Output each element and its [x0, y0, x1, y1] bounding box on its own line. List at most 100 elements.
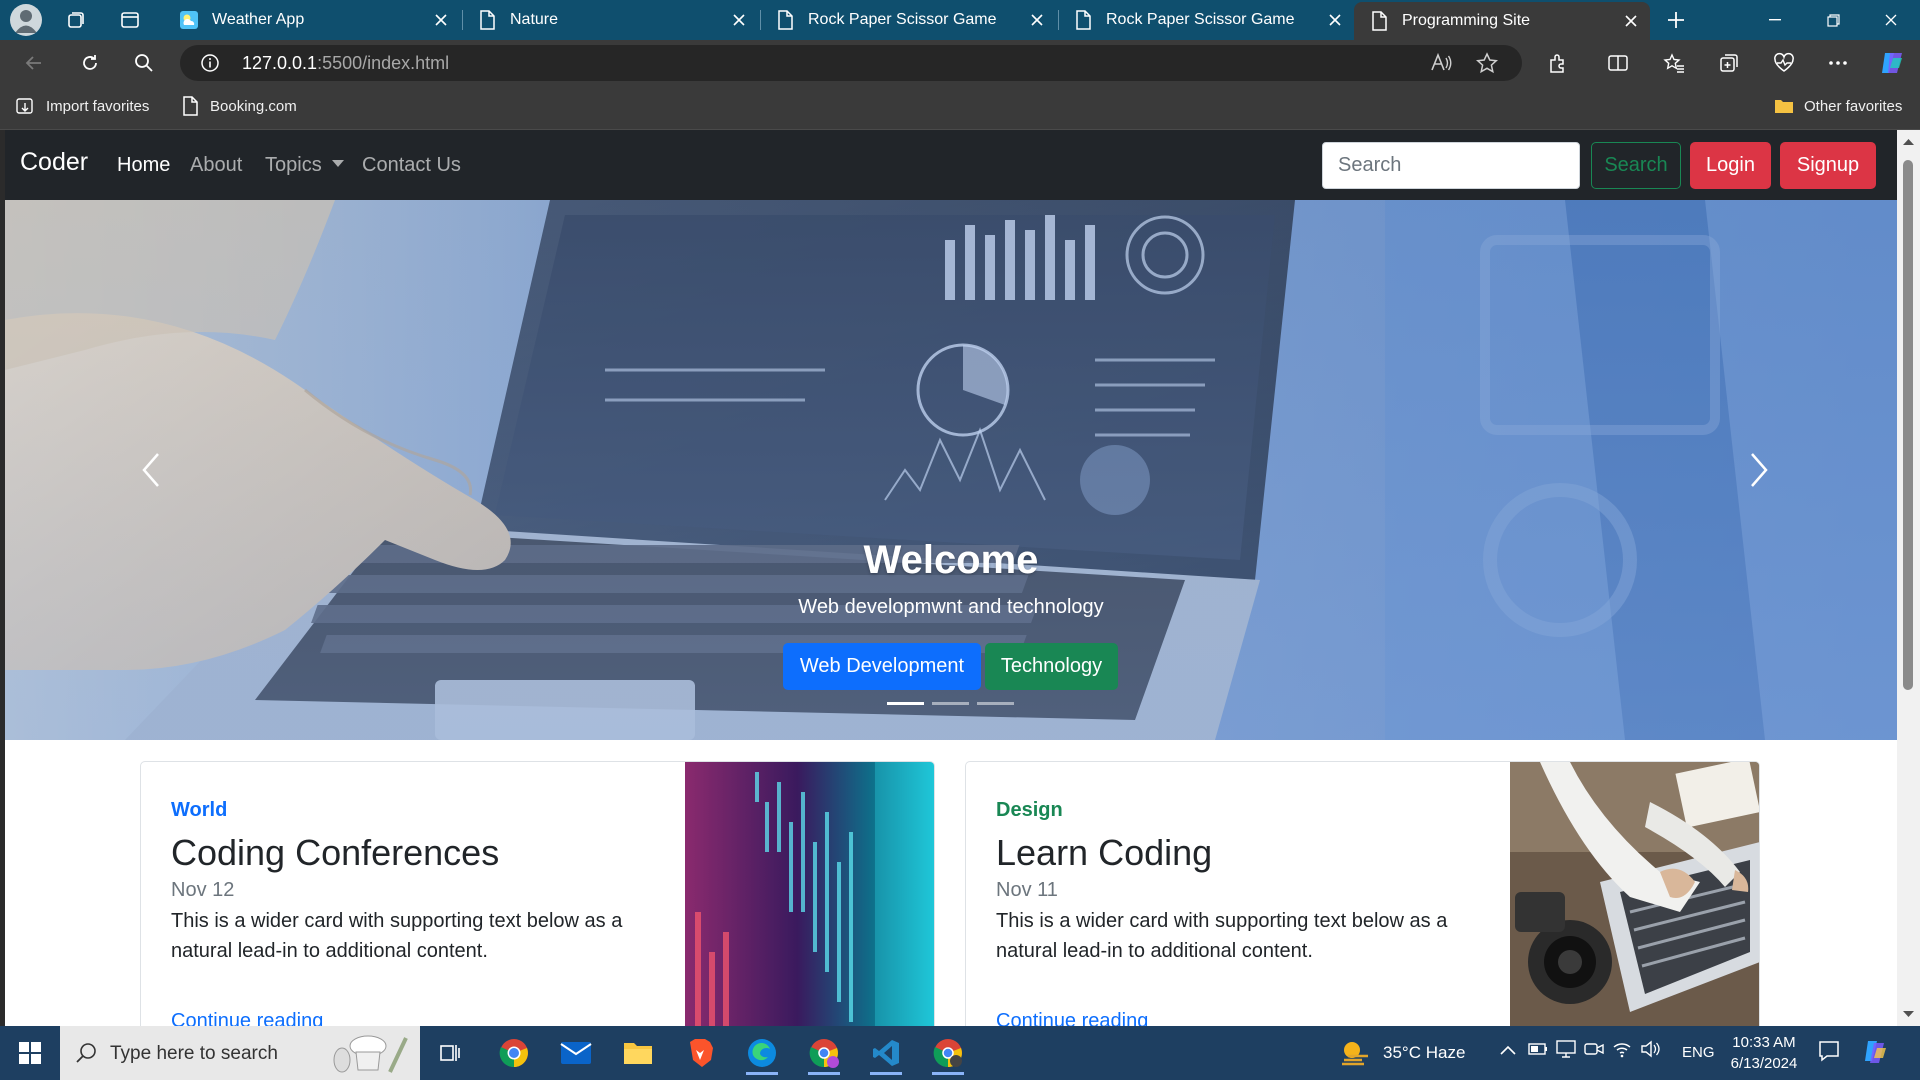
weather-text[interactable]: 35°C Haze — [1383, 1043, 1465, 1063]
vscode-icon[interactable] — [862, 1029, 910, 1077]
start-button[interactable] — [6, 1029, 54, 1077]
mail-icon[interactable] — [552, 1029, 600, 1077]
booking-bookmark[interactable]: Booking.com — [180, 96, 297, 116]
address-bar[interactable]: 127.0.0.1:5500/index.html — [180, 45, 1522, 81]
search-button[interactable]: Search — [1591, 142, 1681, 189]
display-icon[interactable] — [1556, 1040, 1576, 1058]
chrome-profile-2-icon[interactable] — [924, 1029, 972, 1077]
scroll-down-icon — [1903, 1011, 1914, 1017]
language-indicator[interactable]: ENG — [1682, 1044, 1715, 1061]
brand-logo[interactable]: Coder — [20, 148, 88, 177]
login-button[interactable]: Login — [1690, 142, 1771, 189]
split-screen-icon[interactable] — [1604, 49, 1632, 77]
weather-icon[interactable] — [1340, 1040, 1372, 1066]
nav-about[interactable]: About — [190, 154, 242, 177]
browser-essentials-icon[interactable] — [1770, 49, 1798, 77]
carousel-indicator-2[interactable] — [932, 702, 969, 705]
nav-contact[interactable]: Contact Us — [362, 154, 461, 177]
bookmark-label: Booking.com — [210, 97, 297, 115]
carousel-indicator-1[interactable] — [887, 702, 924, 705]
wifi-icon[interactable] — [1612, 1040, 1632, 1058]
collections-icon[interactable] — [1715, 49, 1743, 77]
search-icon[interactable] — [130, 49, 158, 77]
weather-favicon-icon — [178, 9, 200, 31]
volume-icon[interactable] — [1640, 1040, 1660, 1058]
carousel-next-button[interactable] — [1744, 440, 1774, 500]
scrollbar-thumb[interactable] — [1903, 160, 1913, 690]
chrome-profile-icon[interactable] — [800, 1029, 848, 1077]
refresh-icon[interactable] — [76, 49, 104, 77]
brave-icon[interactable] — [676, 1029, 724, 1077]
favorites-icon[interactable] — [1660, 49, 1688, 77]
close-tab-icon[interactable] — [1324, 9, 1346, 31]
page-icon — [180, 96, 200, 116]
more-menu-icon[interactable] — [1824, 49, 1852, 77]
read-aloud-icon[interactable] — [1430, 52, 1452, 74]
close-window-icon[interactable] — [1862, 0, 1920, 40]
other-favorites-folder[interactable]: Other favorites — [1774, 96, 1902, 116]
continue-reading-link[interactable]: Continue reading — [996, 1010, 1148, 1026]
clock-time[interactable]: 10:33 AM — [1732, 1034, 1796, 1051]
close-tab-icon[interactable] — [1026, 9, 1048, 31]
nav-topics-dropdown[interactable]: Topics — [265, 154, 344, 177]
signup-button[interactable]: Signup — [1780, 142, 1876, 189]
extensions-icon[interactable] — [1544, 49, 1572, 77]
battery-icon[interactable] — [1528, 1042, 1548, 1056]
edge-icon[interactable] — [738, 1029, 786, 1077]
close-tab-icon[interactable] — [430, 9, 452, 31]
carousel-caption-title: Welcome — [863, 538, 1039, 582]
card-title: Coding Conferences — [171, 832, 500, 873]
tab-programming-site[interactable]: Programming Site — [1354, 2, 1650, 40]
card-learn-coding: Design Learn Coding Nov 11 This is a wid… — [965, 761, 1760, 1026]
import-favorites-button[interactable]: Import favorites — [16, 96, 149, 116]
tab-rock-paper-scissor-1[interactable]: Rock Paper Scissor Game — [760, 0, 1056, 40]
tab-title: Rock Paper Scissor Game — [808, 11, 997, 28]
meet-now-icon[interactable] — [1584, 1040, 1604, 1058]
windows-logo-icon — [19, 1042, 41, 1064]
workspaces-icon[interactable] — [62, 6, 90, 34]
profile-avatar[interactable] — [10, 4, 42, 36]
close-tab-icon[interactable] — [1620, 10, 1642, 32]
tab-rock-paper-scissor-2[interactable]: Rock Paper Scissor Game — [1058, 0, 1354, 40]
page-icon — [1072, 9, 1094, 31]
tab-weather-app[interactable]: Weather App — [164, 0, 460, 40]
carousel-indicator-3[interactable] — [977, 702, 1014, 705]
url-path: :5500/index.html — [317, 53, 450, 73]
back-icon[interactable] — [20, 49, 48, 77]
technology-button[interactable]: Technology — [985, 643, 1118, 690]
chrome-icon[interactable] — [490, 1029, 538, 1077]
tab-actions-icon[interactable] — [116, 6, 144, 34]
file-explorer-icon[interactable] — [614, 1029, 662, 1077]
card-text: This is a wider card with supporting tex… — [171, 910, 623, 962]
url-text[interactable]: 127.0.0.1:5500/index.html — [242, 53, 449, 74]
notifications-icon[interactable] — [1818, 1040, 1840, 1062]
card-date: Nov 12 — [171, 879, 235, 901]
taskbar-search-box[interactable]: Type here to search — [60, 1026, 420, 1080]
nav-topics-label: Topics — [265, 154, 322, 176]
page-scrollbar[interactable] — [1897, 130, 1920, 1026]
minimize-icon[interactable] — [1746, 0, 1804, 40]
web-development-button[interactable]: Web Development — [783, 643, 981, 690]
new-tab-icon[interactable] — [1662, 6, 1690, 34]
clock-date[interactable]: 6/13/2024 — [1726, 1055, 1802, 1072]
copilot-icon[interactable] — [1878, 49, 1906, 77]
search-highlight-icon — [333, 1035, 408, 1073]
chevron-up-icon[interactable] — [1500, 1045, 1516, 1055]
restore-icon[interactable] — [1804, 0, 1862, 40]
carousel-prev-button[interactable] — [136, 440, 166, 500]
copilot-taskbar-icon[interactable] — [1862, 1038, 1890, 1066]
card-category: World — [171, 799, 228, 821]
continue-reading-link[interactable]: Continue reading — [171, 1010, 323, 1026]
typing-laptop-image — [1510, 762, 1759, 1026]
nav-home[interactable]: Home — [117, 154, 170, 177]
url-host: 127.0.0.1 — [242, 53, 318, 73]
tab-nature[interactable]: Nature — [462, 0, 758, 40]
site-search-input[interactable] — [1322, 142, 1580, 189]
site-info-icon[interactable] — [200, 53, 220, 73]
task-view-icon[interactable] — [426, 1029, 474, 1077]
scroll-up-icon — [1903, 139, 1914, 145]
page-viewport: Coder Home About Topics Contact Us Searc… — [5, 130, 1897, 1026]
close-tab-icon[interactable] — [728, 9, 750, 31]
card-text: This is a wider card with supporting tex… — [996, 910, 1448, 962]
favorite-star-icon[interactable] — [1476, 52, 1498, 74]
